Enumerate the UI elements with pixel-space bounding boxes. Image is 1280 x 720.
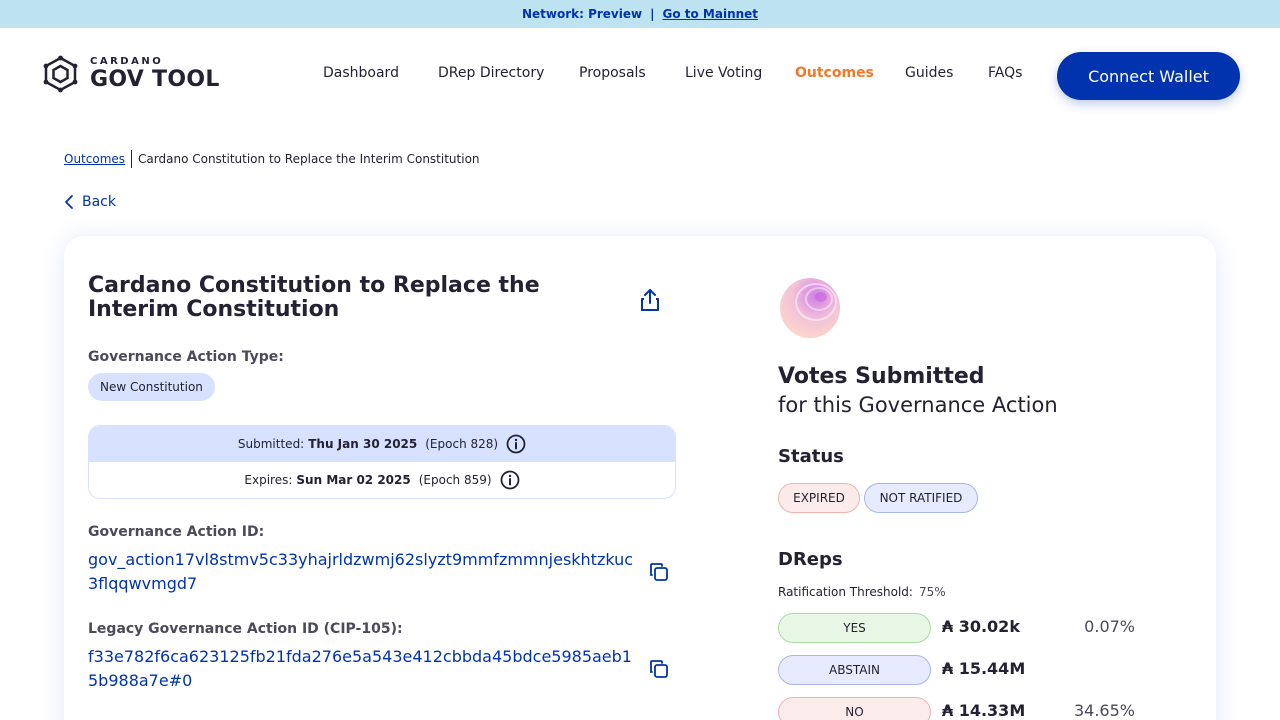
nav-faqs[interactable]: FAQs — [988, 65, 1022, 81]
expires-row: Expires: Sun Mar 02 2025 (Epoch 859) — [89, 462, 675, 498]
dates-panel: Submitted: Thu Jan 30 2025 (Epoch 828) E… — [88, 425, 676, 499]
expires-label: Expires: — [244, 473, 293, 487]
expires-epoch: (Epoch 859) — [418, 473, 492, 487]
network-label: Network: Preview — [521, 7, 643, 21]
votes-subtitle: for this Governance Action — [778, 393, 1058, 417]
vote-abstain-amount: ₳ 15.44M — [942, 659, 1026, 678]
submitted-label: Submitted: — [237, 437, 305, 451]
vote-yes-percent: 0.07% — [1084, 617, 1135, 636]
nav-proposals[interactable]: Proposals — [579, 65, 646, 81]
breadcrumb-current: Cardano Constitution to Replace the Inte… — [138, 152, 480, 166]
nav-dashboard[interactable]: Dashboard — [323, 65, 399, 81]
action-id-label: Governance Action ID: — [88, 524, 265, 540]
threshold-label: Ratification Threshold: — [778, 585, 913, 599]
status-badge-expired: EXPIRED — [778, 483, 860, 513]
connect-wallet-button[interactable]: Connect Wallet — [1057, 52, 1240, 100]
action-id-value: gov_action17vl8stmv5c33yhajrldzwmj62slyz… — [88, 550, 634, 593]
action-type-label: Governance Action Type: — [88, 349, 284, 365]
vote-no-amount: ₳ 14.33M — [942, 701, 1026, 720]
copy-icon[interactable] — [648, 561, 670, 583]
go-to-mainnet-link[interactable]: Go to Mainnet — [662, 7, 758, 21]
breadcrumb: Outcomes Cardano Constitution to Replace… — [64, 150, 480, 168]
chevron-left-icon — [65, 195, 73, 209]
threshold-value: 75% — [918, 585, 946, 599]
breadcrumb-divider — [131, 150, 133, 168]
vote-no-badge: NO — [778, 697, 931, 720]
back-button[interactable]: Back — [64, 194, 116, 210]
votes-title: Votes Submitted — [778, 364, 985, 389]
vote-no-percent: 34.65% — [1073, 701, 1135, 720]
legacy-id-label: Legacy Governance Action ID (CIP-105): — [88, 621, 403, 637]
ratification-threshold: Ratification Threshold: 75% — [778, 585, 946, 599]
action-type-badge: New Constitution — [88, 373, 215, 401]
nav-live-voting[interactable]: Live Voting — [685, 65, 762, 81]
legacy-id-value: f33e782f6ca623125fb21fda276e5a543e412cbb… — [88, 647, 632, 690]
back-label: Back — [82, 194, 116, 210]
nav-guides[interactable]: Guides — [905, 65, 953, 81]
info-icon[interactable] — [506, 434, 526, 454]
page-title: Cardano Constitution to Replace the Inte… — [88, 273, 540, 322]
share-icon[interactable] — [636, 286, 664, 314]
dreps-heading: DReps — [778, 549, 843, 570]
submitted-epoch: (Epoch 828) — [425, 437, 499, 451]
vote-yes-amount: ₳ 30.02k — [942, 617, 1020, 636]
vote-abstain-badge: ABSTAIN — [778, 655, 931, 685]
expires-date: Sun Mar 02 2025 — [296, 473, 411, 487]
header: CARDANO GOV TOOL Dashboard DRep Director… — [0, 28, 1280, 124]
network-banner: Network: Preview | Go to Mainnet — [0, 0, 1280, 28]
vote-yes-badge: YES — [778, 613, 931, 643]
nav-drep-directory[interactable]: DRep Directory — [438, 65, 544, 81]
nav-outcomes[interactable]: Outcomes — [795, 65, 874, 81]
copy-icon[interactable] — [648, 658, 670, 680]
status-badge-not-ratified: NOT RATIFIED — [864, 483, 978, 513]
status-heading: Status — [778, 446, 844, 467]
banner-separator: | — [650, 7, 655, 21]
breadcrumb-outcomes-link[interactable]: Outcomes — [64, 152, 125, 166]
submitted-date: Thu Jan 30 2025 — [308, 437, 418, 451]
votes-orb-icon — [780, 278, 840, 338]
submitted-row: Submitted: Thu Jan 30 2025 (Epoch 828) — [89, 426, 675, 462]
info-icon[interactable] — [500, 470, 520, 490]
